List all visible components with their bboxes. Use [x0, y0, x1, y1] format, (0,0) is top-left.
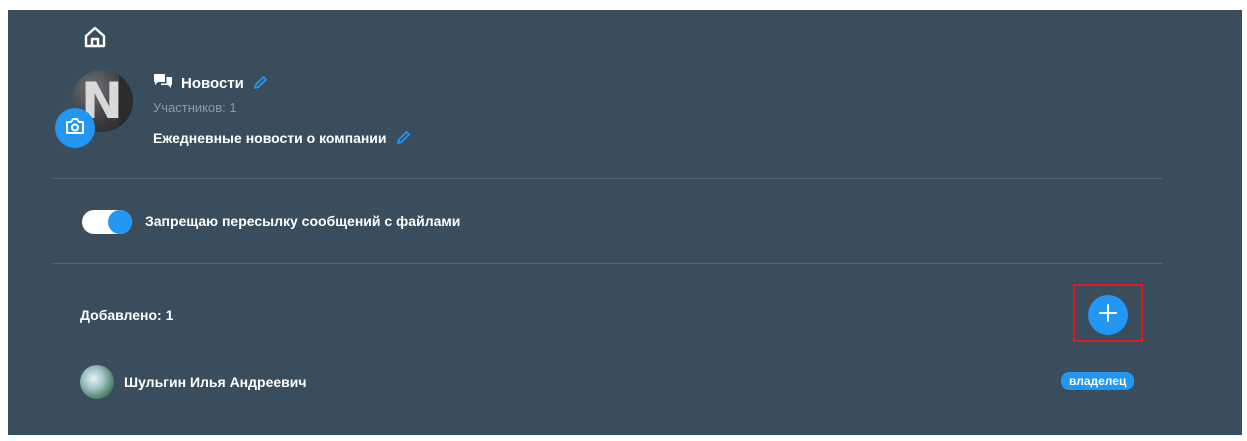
edit-title-pencil-icon[interactable] — [252, 75, 268, 91]
added-count: Добавлено: 1 — [80, 307, 174, 323]
group-settings-panel: N Новости Участников: 1 Ежедневные новос… — [8, 10, 1242, 435]
toggle-knob — [108, 210, 132, 234]
change-photo-button[interactable] — [55, 108, 95, 148]
chat-bubbles-icon — [153, 73, 173, 94]
add-member-button[interactable] — [1088, 295, 1128, 335]
divider — [53, 178, 1162, 179]
member-name: Шульгин Илья Андреевич — [124, 374, 307, 390]
forward-files-toggle[interactable] — [82, 210, 132, 234]
edit-description-pencil-icon[interactable] — [395, 130, 411, 146]
forward-files-toggle-label: Запрещаю пересылку сообщений с файлами — [145, 213, 461, 229]
owner-badge: владелец — [1061, 372, 1135, 390]
plus-icon — [1099, 303, 1117, 327]
home-icon[interactable] — [82, 24, 108, 50]
group-title-row: Новости — [153, 72, 268, 94]
members-count: Участников: 1 — [153, 100, 237, 115]
member-avatar — [80, 365, 114, 399]
member-row[interactable]: Шульгин Илья Андреевич — [80, 365, 307, 399]
group-description: Ежедневные новости о компании — [153, 130, 387, 146]
divider — [53, 263, 1162, 264]
group-title: Новости — [181, 74, 244, 92]
description-row: Ежедневные новости о компании — [153, 130, 411, 146]
camera-icon — [65, 117, 85, 140]
